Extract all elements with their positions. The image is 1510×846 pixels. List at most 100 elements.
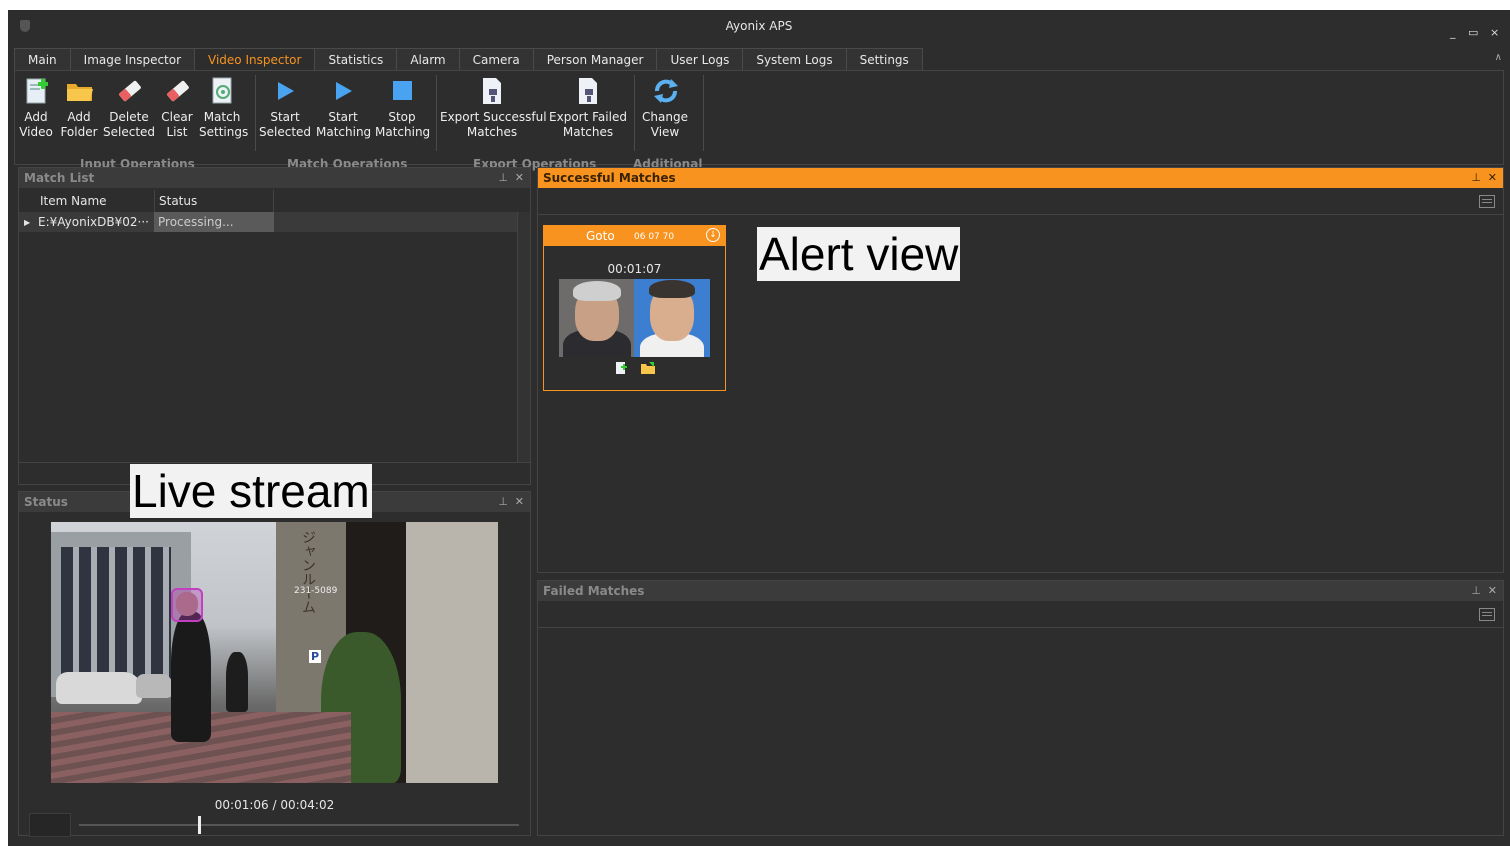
video-progress-track[interactable] [79,816,519,834]
parking-sign: P [309,650,321,663]
background-person [226,652,248,712]
add-folder-label-2: Folder [60,125,98,139]
refresh-icon [651,76,679,106]
export-failed-label-1: Export Failed [549,110,627,124]
match-card-id: 06 07 70 [634,232,675,242]
change-view-label-1: Change [642,110,688,124]
detected-face-image [559,279,635,357]
folder-icon [65,76,93,106]
match-settings-button[interactable]: Match Settings [199,76,249,140]
tab-user-logs[interactable]: User Logs [656,48,744,71]
eraser-icon [115,76,143,106]
start-selected-label-1: Start [270,110,300,124]
main-tabs: Main Image Inspector Video Inspector Sta… [14,48,923,71]
restore-icon[interactable]: ▭ [1468,26,1478,39]
pin-icon[interactable]: ⊥ [498,492,508,512]
app-window: Ayonix APS _ ▭ × Main Image Inspector Vi… [8,10,1510,846]
tab-settings[interactable]: Settings [845,48,923,71]
download-icon[interactable]: ↓ [706,228,720,242]
column-header-status[interactable]: Status [154,190,274,212]
tab-alarm[interactable]: Alarm [396,48,460,71]
close-icon[interactable]: ✕ [1488,168,1497,188]
start-selected-label-2: Selected [259,125,312,139]
ribbon-separator [634,75,635,151]
settings-document-icon [208,76,236,106]
pin-icon[interactable]: ⊥ [1471,168,1481,188]
face-detection-box [171,588,203,622]
failed-matches-panel: Failed Matches ⊥ ✕ [537,580,1504,836]
match-card-timestamp: 00:01:07 [607,262,662,276]
add-video-button[interactable]: Add Video [19,76,53,140]
export-successful-label-1: Export Successful [440,110,547,124]
tab-main[interactable]: Main [14,48,71,71]
tab-person-manager[interactable]: Person Manager [532,48,658,71]
match-settings-label-2: Settings [199,125,249,139]
match-card[interactable]: Goto 06 07 70 ↓ 00:01:07 [543,225,726,391]
clear-list-label-2: List [166,125,188,139]
close-icon[interactable]: ✕ [515,492,524,512]
live-stream-callout: Live stream [130,464,372,518]
ribbon: Add Video Add Folder Delete Selected Cle… [14,70,1504,171]
close-icon[interactable]: ✕ [1488,581,1497,601]
match-card-header: Goto 06 07 70 ↓ [544,226,725,246]
video-progress-handle[interactable] [197,816,201,834]
stop-icon [388,76,416,106]
clear-list-label-1: Clear [161,110,193,124]
scene-vertical-sign: ジャンルーム [300,530,316,614]
car [56,672,142,704]
close-icon[interactable]: ✕ [515,168,524,188]
pin-icon[interactable]: ⊥ [498,168,508,188]
add-folder-button[interactable]: Add Folder [59,76,99,140]
tab-image-inspector[interactable]: Image Inspector [69,48,196,71]
app-title: Ayonix APS [725,19,793,33]
tab-video-inspector[interactable]: Video Inspector [194,48,316,71]
add-to-database-icon[interactable] [614,361,628,375]
add-video-icon [22,76,50,106]
title-bar: Ayonix APS _ ▭ × [8,10,1510,44]
minimize-icon[interactable]: _ [1450,26,1456,39]
stop-matching-button[interactable]: Stop Matching [375,76,431,140]
delete-selected-label-2: Selected [103,125,156,139]
match-list-title: Match List [19,168,530,188]
close-icon[interactable]: × [1490,26,1499,39]
match-card-name: Goto [586,229,615,243]
time-display: 00:01:06 / 00:04:02 [214,798,335,812]
match-list-scrollbar[interactable] [517,212,530,462]
export-successful-label-2: Matches [466,125,518,139]
start-matching-label-2: Matching [316,125,372,139]
successful-matches-toolbar [538,188,1503,215]
export-successful-matches-button[interactable]: Export Successful Matches [440,76,547,140]
export-document-icon [478,76,506,106]
column-header-item-name[interactable]: Item Name [35,190,155,212]
stop-matching-label-1: Stop [388,110,416,124]
start-matching-button[interactable]: Start Matching [316,76,372,140]
divider [19,462,530,463]
tab-statistics[interactable]: Statistics [314,48,398,71]
list-view-icon[interactable] [1479,195,1495,208]
ribbon-separator [703,75,704,151]
stop-matching-label-2: Matching [375,125,431,139]
ribbon-separator [255,75,256,151]
alert-view-callout: Alert view [757,227,961,281]
ribbon-separator [436,75,437,151]
row-expand-icon[interactable]: ▶ [24,213,34,232]
start-matching-label-1: Start [328,110,358,124]
export-failed-label-2: Matches [562,125,614,139]
add-video-label-2: Video [19,125,53,139]
clear-list-button[interactable]: Clear List [160,76,194,140]
change-view-button[interactable]: Change View [641,76,689,140]
tab-camera[interactable]: Camera [458,48,534,71]
export-document-icon [574,76,602,106]
playback-control[interactable] [29,813,71,837]
successful-matches-title: Successful Matches [538,168,1503,188]
delete-selected-button[interactable]: Delete Selected [103,76,155,140]
start-selected-button[interactable]: Start Selected [259,76,311,140]
open-folder-icon[interactable] [640,361,656,375]
database-face-image [634,279,710,357]
list-view-icon[interactable] [1479,608,1495,621]
export-failed-matches-button[interactable]: Export Failed Matches [548,76,628,140]
pin-icon[interactable]: ⊥ [1471,581,1481,601]
status-panel: Status ⊥ ✕ ジャンルーム 231-5089 P 00:01:06 / … [18,491,531,837]
tab-system-logs[interactable]: System Logs [742,48,847,71]
ribbon-collapse-icon[interactable]: ∧ [1495,52,1502,63]
